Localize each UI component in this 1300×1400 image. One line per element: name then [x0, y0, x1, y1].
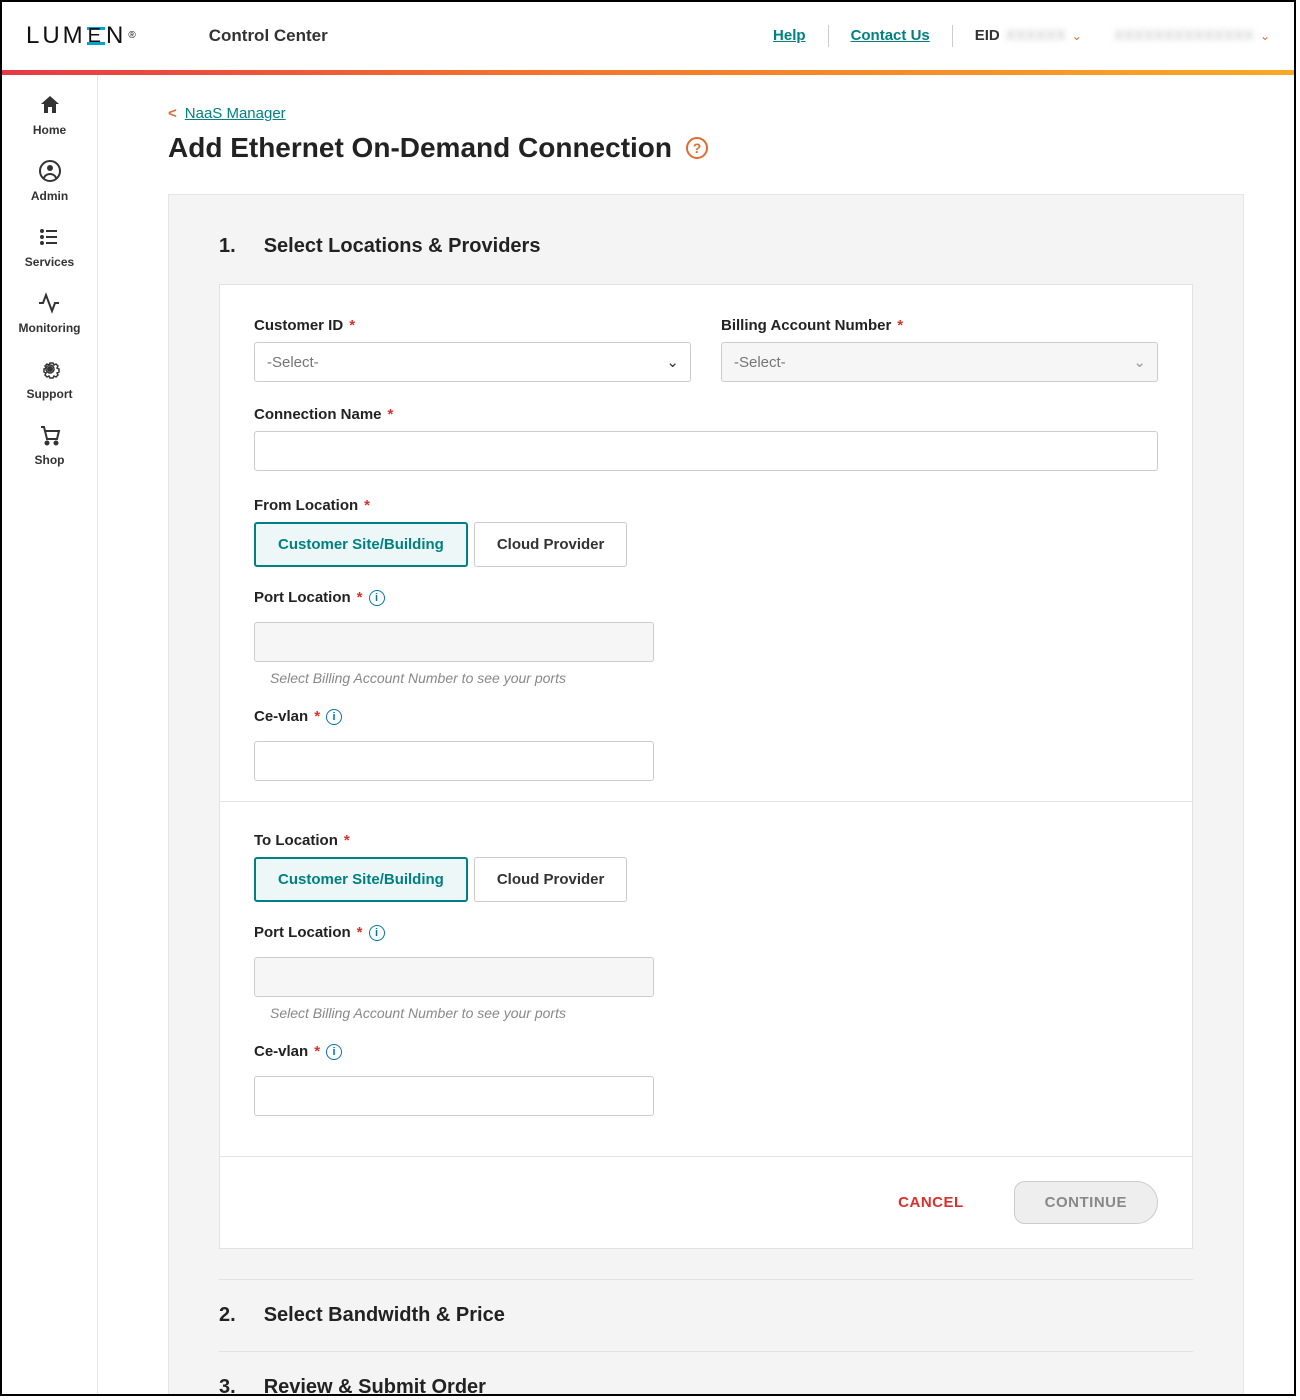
billing-select[interactable]: ⌄ [721, 342, 1158, 382]
step-number: 3. [219, 1376, 236, 1394]
list-icon [37, 225, 61, 249]
step-title: Review & Submit Order [264, 1376, 486, 1394]
cancel-button[interactable]: CANCEL [898, 1194, 964, 1211]
wizard-container: 1. Select Locations & Providers Customer… [168, 194, 1244, 1394]
customer-id-select[interactable]: ⌄ [254, 342, 691, 382]
to-cloud-provider-button[interactable]: Cloud Provider [474, 857, 628, 902]
sidebar-item-label: Support [27, 387, 73, 401]
chevron-down-icon: ⌄ [1072, 29, 1082, 43]
sidebar-item-label: Shop [35, 453, 65, 467]
contact-link[interactable]: Contact Us [851, 27, 930, 44]
to-location-toggle: Customer Site/Building Cloud Provider [254, 857, 1158, 902]
activity-icon [37, 291, 61, 315]
sidebar: Home Admin Services Monitoring Support S… [2, 75, 98, 1394]
sidebar-item-admin[interactable]: Admin [31, 159, 68, 203]
step-number: 1. [219, 235, 236, 258]
to-cevlan-label: Ce-vlan * i [254, 1043, 1158, 1060]
from-port-location-input[interactable] [254, 622, 654, 662]
connection-name-group: Connection Name * [254, 406, 1158, 471]
to-port-location-input[interactable] [254, 957, 654, 997]
step-2-header[interactable]: 2. Select Bandwidth & Price [219, 1279, 1193, 1351]
breadcrumb-link[interactable]: NaaS Manager [185, 105, 286, 122]
billing-input[interactable] [721, 342, 1158, 382]
home-icon [38, 93, 62, 117]
continue-button[interactable]: CONTINUE [1014, 1181, 1158, 1224]
from-cloud-provider-button[interactable]: Cloud Provider [474, 522, 628, 567]
logo-suffix: N [106, 22, 126, 50]
to-port-location-label: Port Location * i [254, 924, 1158, 941]
to-customer-site-button[interactable]: Customer Site/Building [254, 857, 468, 902]
info-icon[interactable]: i [369, 590, 385, 606]
from-customer-site-button[interactable]: Customer Site/Building [254, 522, 468, 567]
sidebar-item-support[interactable]: Support [27, 357, 73, 401]
step-3-header[interactable]: 3. Review & Submit Order [219, 1351, 1193, 1394]
page-title: Add Ethernet On-Demand Connection ? [168, 132, 1244, 164]
info-icon[interactable]: i [326, 709, 342, 725]
header-right: Help Contact Us EID XXXXXX ⌄ XXXXXXXXXXX… [773, 25, 1270, 47]
info-icon[interactable]: i [369, 925, 385, 941]
to-cevlan-input[interactable] [254, 1076, 654, 1116]
sidebar-item-services[interactable]: Services [25, 225, 74, 269]
connection-name-label: Connection Name * [254, 406, 1158, 423]
customer-id-label: Customer ID * [254, 317, 691, 334]
account-value: XXXXXXXXXXXXXX [1114, 27, 1254, 44]
breadcrumb: < NaaS Manager [168, 105, 1244, 122]
from-port-location-label: Port Location * i [254, 589, 1158, 606]
customer-id-group: Customer ID * ⌄ [254, 317, 691, 382]
step-title: Select Bandwidth & Price [264, 1304, 505, 1327]
help-icon[interactable]: ? [686, 137, 708, 159]
header-bar: LUMEN® Control Center Help Contact Us EI… [2, 2, 1294, 70]
from-port-hint: Select Billing Account Number to see you… [270, 670, 1158, 686]
form-panel: Customer ID * ⌄ Billing Account Number *… [219, 284, 1193, 1249]
main-content: < NaaS Manager Add Ethernet On-Demand Co… [98, 75, 1294, 1394]
logo-registered: ® [128, 30, 138, 41]
logo-e: E [87, 27, 105, 45]
logo[interactable]: LUMEN® [26, 22, 139, 50]
eid-label: EID [975, 27, 1000, 44]
from-location-label: From Location * [254, 497, 1158, 514]
customer-id-input[interactable] [254, 342, 691, 382]
header-divider [952, 25, 953, 47]
billing-group: Billing Account Number * ⌄ [721, 317, 1158, 382]
help-link[interactable]: Help [773, 27, 806, 44]
to-port-hint: Select Billing Account Number to see you… [270, 1005, 1158, 1021]
from-cevlan-input[interactable] [254, 741, 654, 781]
sidebar-item-label: Home [33, 123, 66, 137]
sidebar-item-label: Admin [31, 189, 68, 203]
sidebar-item-home[interactable]: Home [33, 93, 66, 137]
billing-label: Billing Account Number * [721, 317, 1158, 334]
chevron-down-icon: ⌄ [1260, 29, 1270, 43]
page-title-text: Add Ethernet On-Demand Connection [168, 132, 672, 164]
sidebar-item-monitoring[interactable]: Monitoring [19, 291, 81, 335]
step-title: Select Locations & Providers [264, 235, 541, 258]
info-icon[interactable]: i [326, 1044, 342, 1060]
eid-dropdown[interactable]: EID XXXXXX ⌄ [975, 27, 1082, 44]
from-cevlan-label: Ce-vlan * i [254, 708, 1158, 725]
action-bar: CANCEL CONTINUE [220, 1156, 1192, 1248]
user-icon [38, 159, 62, 183]
app-title: Control Center [209, 26, 328, 46]
step-number: 2. [219, 1304, 236, 1327]
account-dropdown[interactable]: XXXXXXXXXXXXXX ⌄ [1104, 27, 1270, 44]
connection-name-input[interactable] [254, 431, 1158, 471]
eid-value: XXXXXX [1006, 27, 1066, 44]
sidebar-item-label: Monitoring [19, 321, 81, 335]
to-location-label: To Location * [254, 832, 1158, 849]
header-divider [828, 25, 829, 47]
section-divider [220, 801, 1192, 802]
sidebar-item-label: Services [25, 255, 74, 269]
from-location-toggle: Customer Site/Building Cloud Provider [254, 522, 1158, 567]
chevron-left-icon[interactable]: < [168, 105, 177, 122]
logo-prefix: LUM [26, 22, 86, 50]
sidebar-item-shop[interactable]: Shop [35, 423, 65, 467]
cart-icon [38, 423, 62, 447]
gear-icon [38, 357, 62, 381]
step-1-header: 1. Select Locations & Providers [219, 235, 1193, 258]
